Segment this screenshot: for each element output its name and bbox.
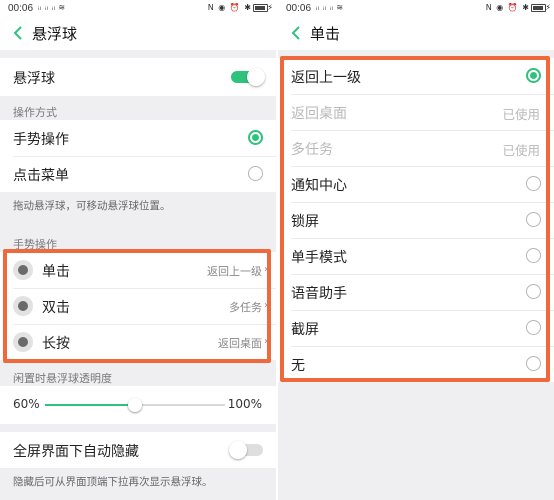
- gesture-single-tap-row[interactable]: 单击 返回上一级 ›: [0, 252, 276, 288]
- mode-helper-text: 拖动悬浮球，可移动悬浮球位置。: [13, 200, 171, 212]
- gesture-dot-icon: [13, 260, 33, 280]
- option-label: 单手模式: [291, 250, 347, 266]
- page-title: 单击: [310, 25, 341, 43]
- signal-icons: ᵢₗ ᵢₗ ᵢₗ ≋: [38, 3, 66, 12]
- option-label: 多任务: [291, 142, 333, 158]
- mode-menu-radio[interactable]: [248, 166, 263, 181]
- autohide-toggle-row[interactable]: 全屏界面下自动隐藏: [0, 432, 276, 468]
- opacity-slider-row: 60% 100%: [0, 386, 276, 424]
- option-radio[interactable]: [526, 212, 541, 227]
- system-icons: N ◉ ⏰ ✱: [207, 3, 252, 12]
- status-time: 00:06: [286, 3, 312, 14]
- gesture-dot-icon: [13, 296, 33, 316]
- option-back-row[interactable]: 返回上一级: [278, 58, 554, 94]
- floating-ball-toggle-row[interactable]: 悬浮球: [0, 58, 276, 96]
- option-lock-row[interactable]: 锁屏: [278, 202, 554, 238]
- autohide-helper-text: 隐藏后可从界面顶端下拉再次显示悬浮球。: [13, 476, 213, 488]
- option-label: 通知中心: [291, 178, 347, 194]
- page-title: 悬浮球: [32, 25, 78, 43]
- gesture-value: 返回桌面: [218, 337, 262, 350]
- option-notification-row[interactable]: 通知中心: [278, 166, 554, 202]
- option-radio[interactable]: [526, 320, 541, 335]
- title-bar: 悬浮球: [0, 16, 276, 50]
- system-icons: N ◉ ⏰ ✱: [485, 3, 530, 12]
- gesture-label: 双击: [42, 300, 70, 316]
- option-radio[interactable]: [526, 68, 541, 83]
- chevron-right-icon: ›: [264, 300, 268, 311]
- floating-ball-switch[interactable]: [231, 68, 265, 86]
- option-label: 返回上一级: [291, 70, 361, 86]
- gesture-value: 多任务: [229, 301, 262, 314]
- battery-icon: ⚡: [531, 3, 551, 12]
- option-label: 语音助手: [291, 286, 347, 302]
- autohide-switch[interactable]: [229, 441, 263, 459]
- option-label: 截屏: [291, 322, 319, 338]
- opacity-min-label: 60%: [13, 397, 40, 411]
- section-operation-mode: 操作方式: [13, 106, 57, 119]
- status-time: 00:06: [8, 3, 34, 14]
- signal-icons: ᵢₗ ᵢₗ ᵢₗ ≋: [316, 3, 344, 12]
- section-idle-opacity: 闲置时悬浮球透明度: [13, 372, 112, 385]
- battery-icon: ⚡: [253, 3, 273, 12]
- option-in-use-note: 已使用: [502, 107, 540, 122]
- operation-mode-list: 手势操作 点击菜单: [0, 120, 276, 192]
- option-label: 无: [291, 358, 305, 374]
- gesture-dot-icon: [13, 332, 33, 352]
- section-gesture-operation: 手势操作: [13, 238, 57, 251]
- gesture-value: 返回上一级: [207, 265, 262, 278]
- mode-gesture-radio[interactable]: [248, 130, 263, 145]
- option-home-row: 返回桌面 已使用: [278, 94, 554, 130]
- option-label: 锁屏: [291, 214, 319, 230]
- back-arrow-icon[interactable]: [10, 24, 28, 42]
- mode-label: 手势操作: [13, 132, 69, 148]
- opacity-max-label: 100%: [227, 397, 262, 411]
- option-label: 返回桌面: [291, 106, 347, 122]
- gesture-label: 长按: [42, 336, 70, 352]
- mode-menu-row[interactable]: 点击菜单: [0, 156, 276, 192]
- status-bar: 00:06 ᵢₗ ᵢₗ ᵢₗ ≋ N ◉ ⏰ ✱ ⚡: [0, 0, 276, 16]
- option-none-row[interactable]: 无: [278, 346, 554, 382]
- option-one-hand-row[interactable]: 单手模式: [278, 238, 554, 274]
- single-tap-action-screen: 00:06 ᵢₗ ᵢₗ ᵢₗ ≋ N ◉ ⏰ ✱ ⚡ 单击 返回上一级 返回桌面…: [278, 0, 554, 500]
- opacity-slider-thumb[interactable]: [128, 398, 142, 412]
- status-bar: 00:06 ᵢₗ ᵢₗ ᵢₗ ≋ N ◉ ⏰ ✱ ⚡: [278, 0, 554, 16]
- opacity-slider[interactable]: [45, 398, 225, 412]
- option-in-use-note: 已使用: [502, 143, 540, 158]
- gesture-long-press-row[interactable]: 长按 返回桌面 ›: [0, 324, 276, 360]
- chevron-right-icon: ›: [264, 264, 268, 275]
- option-voice-row[interactable]: 语音助手: [278, 274, 554, 310]
- floating-ball-settings-screen: 00:06 ᵢₗ ᵢₗ ᵢₗ ≋ N ◉ ⏰ ✱ ⚡ 悬浮球 悬浮球 操作方式 …: [0, 0, 276, 500]
- option-multitask-row: 多任务 已使用: [278, 130, 554, 166]
- option-radio[interactable]: [526, 248, 541, 263]
- gesture-list: 单击 返回上一级 › 双击 多任务 › 长按 返回桌面 ›: [0, 252, 276, 360]
- gesture-label: 单击: [42, 264, 70, 280]
- gesture-double-tap-row[interactable]: 双击 多任务 ›: [0, 288, 276, 324]
- autohide-label: 全屏界面下自动隐藏: [13, 444, 139, 460]
- option-screenshot-row[interactable]: 截屏: [278, 310, 554, 346]
- chevron-right-icon: ›: [264, 336, 268, 347]
- title-bar: 单击: [278, 16, 554, 50]
- mode-label: 点击菜单: [13, 168, 69, 184]
- mode-gesture-row[interactable]: 手势操作: [0, 120, 276, 156]
- option-radio[interactable]: [526, 356, 541, 371]
- option-radio[interactable]: [526, 176, 541, 191]
- option-radio[interactable]: [526, 284, 541, 299]
- action-option-list: 返回上一级 返回桌面 已使用 多任务 已使用 通知中心 锁屏 单手模式 语音助手…: [278, 58, 554, 382]
- floating-ball-label: 悬浮球: [13, 71, 55, 87]
- back-arrow-icon[interactable]: [288, 24, 306, 42]
